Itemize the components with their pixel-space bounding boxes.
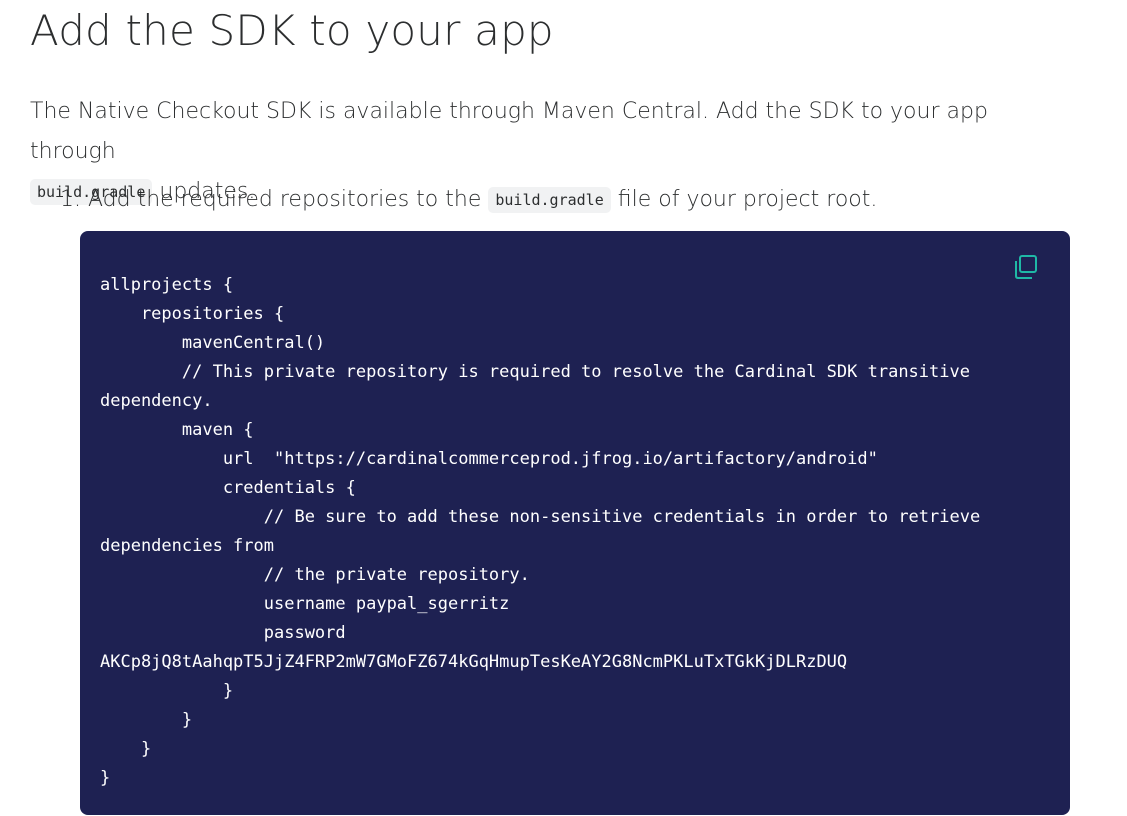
code-line: } <box>100 681 234 701</box>
code-line: } <box>100 768 111 788</box>
code-line: // This private repository is required t… <box>100 362 970 382</box>
code-line: // the private repository. <box>100 565 530 585</box>
code-line: // Be sure to add these non-sensitive cr… <box>100 507 981 527</box>
code-line: repositories { <box>100 304 285 324</box>
code-line: AKCp8jQ8tAahqpT5JjZ4FRP2mW7GMoFZ674kGqHm… <box>100 652 848 672</box>
code-text[interactable]: allprojects { repositories { mavenCentra… <box>100 271 1050 793</box>
code-line: mavenCentral() <box>100 333 326 353</box>
step-number: 1. <box>60 187 81 212</box>
step-item: 1. Add the required repositories to the … <box>60 180 877 221</box>
code-block[interactable]: allprojects { repositories { mavenCentra… <box>80 231 1070 815</box>
code-line: } <box>100 739 152 759</box>
code-line: credentials { <box>100 478 356 498</box>
code-line: password <box>100 623 346 643</box>
code-line: dependencies from <box>100 536 274 556</box>
step-text: Add the required repositories to the <box>88 187 482 212</box>
code-line: maven { <box>100 420 254 440</box>
code-line: dependency. <box>100 391 213 411</box>
intro-text: The Native Checkout SDK is available thr… <box>30 99 988 164</box>
code-line: allprojects { <box>100 275 234 295</box>
code-content[interactable]: allprojects { repositories { mavenCentra… <box>100 271 1050 793</box>
page-title: Add the SDK to your app <box>30 6 554 55</box>
code-line: username paypal_sgerritz <box>100 594 510 614</box>
code-line: } <box>100 710 193 730</box>
code-line: url "https://cardinalcommerceprod.jfrog.… <box>100 449 878 469</box>
steps-list: 1. Add the required repositories to the … <box>60 180 877 221</box>
inline-code-build-gradle: build.gradle <box>488 187 611 213</box>
step-text-after: file of your project root. <box>617 187 878 212</box>
